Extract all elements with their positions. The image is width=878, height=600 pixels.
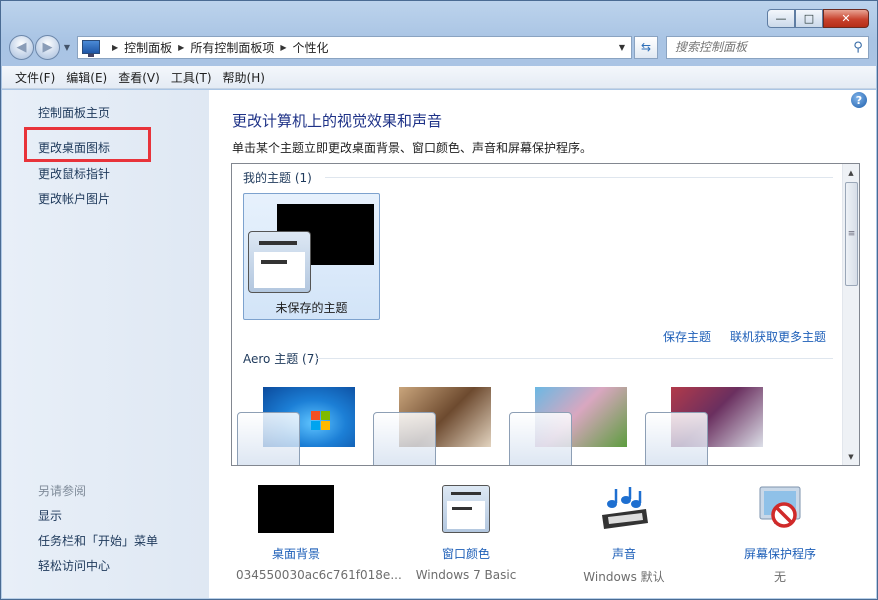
- page-title: 更改计算机上的视觉效果和声音: [232, 112, 443, 130]
- my-themes-group-label: 我的主题 (1): [243, 171, 312, 185]
- sidebar-link-control-panel-home[interactable]: 控制面板主页: [38, 104, 110, 121]
- theme-item-aero-landscapes[interactable]: [642, 374, 767, 465]
- desktop-background-icon: [258, 485, 334, 533]
- scroll-thumb[interactable]: ≡: [845, 182, 858, 286]
- window-color-value: Windows 7 Basic: [415, 568, 517, 582]
- menu-edit[interactable]: 编辑(E): [61, 69, 112, 86]
- sidebar-link-change-account-picture[interactable]: 更改帐户图片: [38, 190, 110, 207]
- menu-view[interactable]: 查看(V): [113, 69, 165, 86]
- caption-buttons: — □ ✕: [767, 9, 869, 28]
- scroll-up-icon[interactable]: ▲: [843, 164, 859, 181]
- menu-help[interactable]: 帮助(H): [218, 69, 270, 86]
- theme-item-aero-nature[interactable]: [506, 374, 631, 465]
- help-icon[interactable]: ?: [851, 92, 867, 108]
- menu-tools[interactable]: 工具(T): [166, 69, 217, 86]
- search-input[interactable]: [675, 40, 848, 54]
- sidebar-link-taskbar-start-menu[interactable]: 任务栏和「开始」菜单: [38, 532, 158, 549]
- close-button[interactable]: ✕: [823, 9, 869, 28]
- breadcrumb-personalization[interactable]: 个性化: [293, 39, 329, 56]
- chevron-right-icon[interactable]: ▶: [178, 43, 184, 52]
- theme-item-unsaved[interactable]: 未保存的主题: [243, 193, 380, 320]
- window-color-thumbnail: [509, 412, 572, 465]
- personalization-window: — □ ✕ ◀ ▶ ▼ ▶ 控制面板 ▶ 所有控制面板项 ▶ 个性化 ▼ ⇆ ⚲…: [0, 0, 878, 600]
- group-divider: [316, 358, 833, 359]
- address-dropdown-icon[interactable]: ▼: [613, 43, 631, 52]
- control-panel-icon: [82, 40, 100, 57]
- window-color-setting[interactable]: 窗口颜色 Windows 7 Basic: [406, 485, 526, 582]
- scroll-down-icon[interactable]: ▼: [843, 448, 859, 465]
- save-theme-link[interactable]: 保存主题: [663, 328, 711, 345]
- desktop-background-value: 034550030ac6c761f018e...: [236, 568, 402, 582]
- theme-list[interactable]: 我的主题 (1) 未保存的主题 保存主题 联机获取更多主题 Aero 主题 (7…: [231, 163, 860, 466]
- window-color-icon: [442, 485, 490, 533]
- sound-icon: [596, 485, 652, 533]
- sounds-setting[interactable]: 声音 Windows 默认: [564, 485, 684, 585]
- aero-themes-group-label: Aero 主题 (7): [243, 352, 320, 366]
- search-box[interactable]: ⚲: [666, 35, 869, 59]
- screen-saver-icon: [754, 485, 806, 533]
- window-color-label[interactable]: 窗口颜色: [406, 545, 526, 562]
- screen-saver-value: 无: [773, 570, 786, 584]
- refresh-icon: ⇆: [640, 40, 652, 54]
- maximize-button[interactable]: □: [795, 9, 823, 28]
- menu-file[interactable]: 文件(F): [10, 69, 60, 86]
- left-pane: 控制面板主页 更改桌面图标 更改鼠标指针 更改帐户图片 另请参阅 显示 任务栏和…: [2, 90, 209, 598]
- page-subtitle: 单击某个主题立即更改桌面背景、窗口颜色、声音和屏幕保护程序。: [232, 141, 593, 155]
- refresh-button[interactable]: ⇆: [634, 35, 658, 59]
- chevron-right-icon[interactable]: ▶: [280, 43, 286, 52]
- desktop-background-setting[interactable]: 桌面背景 034550030ac6c761f018e...: [236, 485, 402, 582]
- recent-pages-dropdown[interactable]: ▼: [61, 43, 73, 52]
- address-bar[interactable]: ▶ 控制面板 ▶ 所有控制面板项 ▶ 个性化 ▼: [77, 35, 632, 59]
- window-color-thumbnail: [248, 231, 311, 293]
- breadcrumb-all-items[interactable]: 所有控制面板项: [190, 39, 274, 56]
- navigation-bar: ◀ ▶ ▼ ▶ 控制面板 ▶ 所有控制面板项 ▶ 个性化 ▼ ⇆ ⚲: [9, 33, 869, 61]
- theme-item-aero-windows7[interactable]: [234, 374, 359, 465]
- sidebar-link-change-mouse-pointers[interactable]: 更改鼠标指针: [38, 165, 110, 182]
- main-pane: ? 更改计算机上的视觉效果和声音 单击某个主题立即更改桌面背景、窗口颜色、声音和…: [209, 90, 876, 598]
- window-color-thumbnail: [645, 412, 708, 465]
- theme-list-scrollbar[interactable]: ▲ ≡ ▼: [842, 164, 859, 465]
- group-divider: [325, 177, 833, 178]
- menu-bar: 文件(F) 编辑(E) 查看(V) 工具(T) 帮助(H): [2, 66, 876, 89]
- window-color-thumbnail: [373, 412, 436, 465]
- sidebar-link-ease-of-access[interactable]: 轻松访问中心: [38, 557, 110, 574]
- theme-item-label: 未保存的主题: [275, 301, 348, 315]
- sidebar-link-display[interactable]: 显示: [38, 507, 62, 524]
- minimize-button[interactable]: —: [767, 9, 795, 28]
- screen-saver-label[interactable]: 屏幕保护程序: [720, 545, 840, 562]
- see-also-header: 另请参阅: [38, 484, 87, 498]
- search-icon[interactable]: ⚲: [848, 40, 868, 55]
- theme-links: 保存主题 联机获取更多主题: [663, 328, 826, 345]
- screen-saver-setting[interactable]: 屏幕保护程序 无: [720, 485, 840, 585]
- theme-item-aero-architecture[interactable]: [370, 374, 495, 465]
- sidebar-link-change-desktop-icons[interactable]: 更改桌面图标: [38, 139, 110, 156]
- window-color-thumbnail: [237, 412, 300, 465]
- desktop-background-label[interactable]: 桌面背景: [236, 545, 356, 562]
- breadcrumb-control-panel[interactable]: 控制面板: [124, 39, 172, 56]
- forward-button[interactable]: ▶: [35, 34, 60, 60]
- sounds-value: Windows 默认: [583, 570, 665, 584]
- chevron-right-icon[interactable]: ▶: [112, 43, 118, 52]
- get-more-themes-link[interactable]: 联机获取更多主题: [730, 328, 826, 345]
- back-button[interactable]: ◀: [9, 34, 34, 60]
- sounds-label[interactable]: 声音: [564, 545, 684, 562]
